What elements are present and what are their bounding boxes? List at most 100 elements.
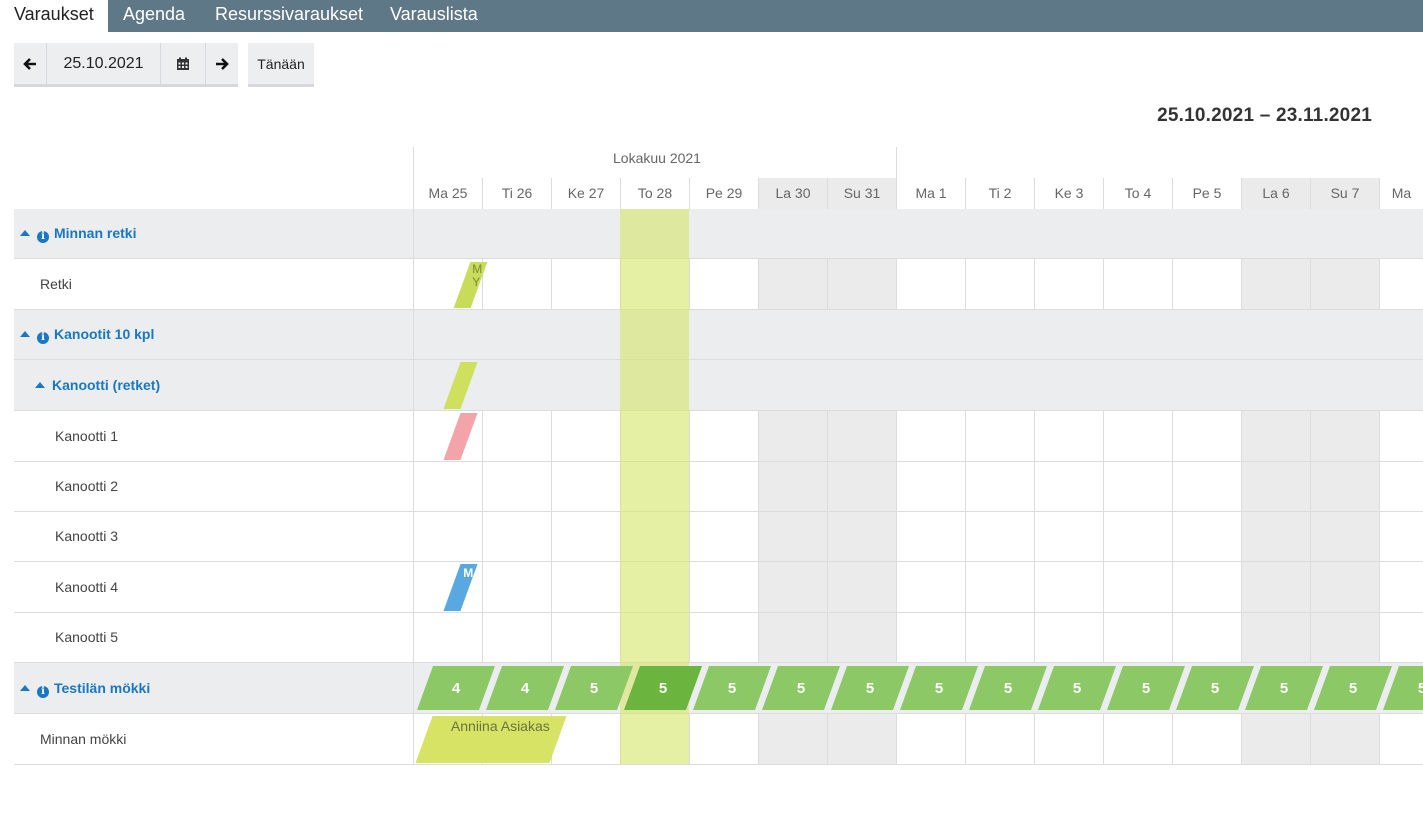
day-cell[interactable] [1172,259,1241,309]
day-cell[interactable] [1172,462,1241,511]
day-cell[interactable] [758,562,827,612]
tab-varauslista[interactable]: Varauslista [390,0,478,32]
day-cell[interactable] [413,512,482,561]
day-cell[interactable] [482,259,551,309]
day-cell[interactable] [1379,462,1423,511]
info-icon[interactable]: i [37,685,49,698]
day-cell[interactable] [1103,562,1172,612]
day-cell[interactable] [965,512,1034,561]
day-cell[interactable] [1103,462,1172,511]
day-cell[interactable] [689,411,758,461]
day-cell[interactable] [827,562,896,612]
day-cell[interactable] [896,259,965,309]
day-cell[interactable] [689,259,758,309]
day-cell[interactable] [551,562,620,612]
day-cell[interactable] [758,411,827,461]
day-cell[interactable] [1103,259,1172,309]
row-label-kanootit[interactable]: i Kanootit 10 kpl [20,326,154,344]
day-cell[interactable] [1241,613,1310,662]
day-cell[interactable] [1379,613,1423,662]
next-period-button[interactable] [206,43,238,87]
caret-up-icon[interactable] [20,230,30,236]
day-cell[interactable] [896,562,965,612]
day-cell[interactable] [1310,462,1379,511]
day-cell[interactable] [827,613,896,662]
day-cell[interactable] [689,562,758,612]
day-cell[interactable] [1379,714,1423,764]
day-cell[interactable] [827,512,896,561]
day-cell[interactable] [965,714,1034,764]
day-cell[interactable] [1034,259,1103,309]
caret-up-icon[interactable] [20,331,30,337]
day-cell[interactable] [758,259,827,309]
day-cell[interactable] [1172,714,1241,764]
day-cell[interactable] [551,411,620,461]
day-cell[interactable] [1379,411,1423,461]
day-cell[interactable] [965,259,1034,309]
today-button[interactable]: Tänään [248,43,314,87]
day-cell[interactable] [965,613,1034,662]
day-cell[interactable] [896,512,965,561]
caret-up-icon[interactable] [35,381,45,388]
day-cell[interactable] [1172,562,1241,612]
day-cell[interactable] [689,462,758,511]
day-cell[interactable] [1379,562,1423,612]
day-cell[interactable] [896,613,965,662]
booking-minnan-mokki[interactable]: Anniina Asiakas [415,716,567,763]
day-cell[interactable] [1310,259,1379,309]
day-cell[interactable] [1103,613,1172,662]
day-cell[interactable] [1103,714,1172,764]
day-cell[interactable] [551,259,620,309]
day-cell[interactable] [896,411,965,461]
row-label-testilan-mokki[interactable]: i Testilän mökki [20,680,150,698]
day-cell[interactable] [896,714,965,764]
info-icon[interactable]: i [37,231,49,243]
day-cell[interactable] [1241,259,1310,309]
day-cell[interactable] [758,714,827,764]
day-cell[interactable] [896,462,965,511]
day-cell[interactable] [1310,613,1379,662]
day-cell[interactable] [758,462,827,511]
day-cell[interactable] [1172,411,1241,461]
day-cell[interactable] [551,512,620,561]
day-cell[interactable] [551,462,620,511]
day-cell[interactable] [1034,562,1103,612]
day-cell[interactable] [1034,462,1103,511]
caret-up-icon[interactable] [20,684,30,691]
day-cell[interactable] [1379,512,1423,561]
tab-agenda[interactable]: Agenda [123,0,185,32]
day-cell[interactable] [1241,411,1310,461]
day-cell[interactable] [965,411,1034,461]
day-cell[interactable] [413,613,482,662]
day-cell[interactable] [482,411,551,461]
day-cell[interactable] [1310,562,1379,612]
day-cell[interactable] [1103,411,1172,461]
date-field[interactable]: 25.10.2021 [46,43,161,87]
day-cell[interactable] [689,714,758,764]
day-cell[interactable] [827,714,896,764]
day-cell[interactable] [1172,512,1241,561]
tab-varaukset[interactable]: Varaukset [0,0,108,32]
day-cell[interactable] [1310,512,1379,561]
day-cell[interactable] [689,613,758,662]
day-cell[interactable] [827,259,896,309]
day-cell[interactable] [1034,714,1103,764]
day-cell[interactable] [1310,714,1379,764]
day-cell[interactable] [965,562,1034,612]
day-cell[interactable] [1034,411,1103,461]
day-cell[interactable] [758,613,827,662]
day-cell[interactable] [1241,462,1310,511]
day-cell[interactable] [1241,714,1310,764]
day-cell[interactable] [758,512,827,561]
day-cell[interactable] [482,562,551,612]
row-label-minnan-retki[interactable]: i Minnan retki [20,225,136,243]
day-cell[interactable] [482,462,551,511]
info-icon[interactable]: i [37,332,49,344]
day-cell[interactable] [1241,562,1310,612]
day-cell[interactable] [1034,613,1103,662]
day-cell[interactable] [1172,613,1241,662]
day-cell[interactable] [1379,259,1423,309]
day-cell[interactable] [1310,411,1379,461]
day-cell[interactable] [1103,512,1172,561]
day-cell[interactable] [413,462,482,511]
